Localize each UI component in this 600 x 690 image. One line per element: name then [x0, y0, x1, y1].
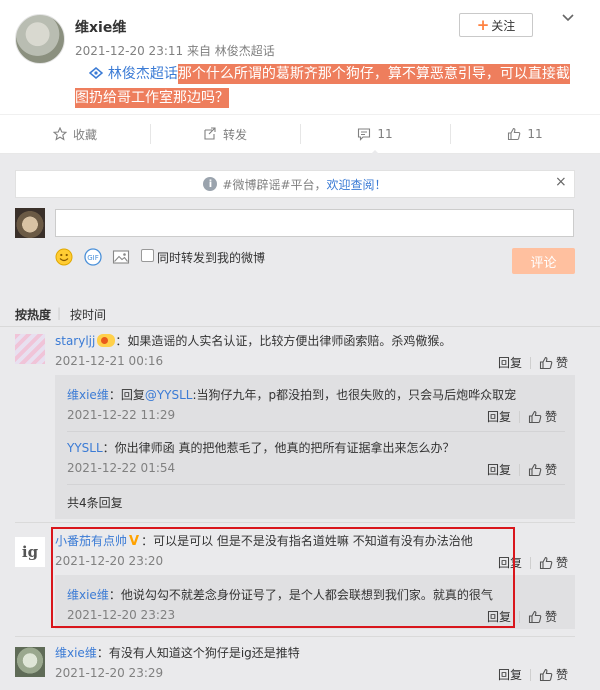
repost-checkbox[interactable] [141, 249, 154, 262]
thumbs-up-icon[interactable] [539, 356, 553, 370]
reply-text: ：你出律师函 真的把他惹毛了，他真的把所有证据拿出来怎么办？ [102, 441, 455, 455]
close-icon[interactable]: × [555, 174, 567, 190]
star-icon [52, 127, 67, 141]
my-avatar [15, 208, 45, 238]
commenter-avatar[interactable] [15, 334, 45, 364]
post-author-name[interactable]: 维xie维 [75, 17, 126, 37]
post-author-avatar[interactable] [15, 14, 65, 64]
comment-actions: 回复 赞 [498, 354, 568, 371]
commenter-avatar[interactable] [15, 647, 45, 677]
comment-text: ：如果造谣的人实名认证，比较方便出律师函索赔。杀鸡儆猴。 [115, 334, 452, 348]
sort-by-hot[interactable]: 按热度 [15, 306, 51, 323]
like-count: 11 [527, 127, 543, 141]
gif-icon[interactable]: GIF [84, 248, 102, 266]
sort-by-time[interactable]: 按时间 [70, 306, 106, 323]
sort-separator: | [57, 306, 62, 320]
image-icon[interactable] [112, 248, 130, 266]
post-meta: 2021-12-20 23:11 来自 林俊杰超话 [75, 44, 275, 58]
divider [15, 636, 575, 637]
comment-item: 维xie维：有没有人知道这个狗仔是ig还是推特 [55, 644, 300, 661]
like-label[interactable]: 赞 [556, 666, 568, 683]
thumbs-up-icon[interactable] [539, 556, 553, 570]
info-icon: i [203, 177, 218, 191]
submit-comment-button[interactable]: 评论 [512, 248, 575, 274]
thumbs-up-icon [508, 127, 521, 141]
comment-time: 2021-12-20 23:29 [55, 666, 164, 680]
reply-actions: 回复 赞 [487, 461, 557, 478]
reply-item: 维xie维：回复@YYSLL:当狗仔九年，p都没拍到，也很失败的，只会马后炮哗众… [67, 386, 516, 403]
annotation-highlight-box [51, 527, 515, 628]
repost-icon [204, 127, 216, 140]
mention-link[interactable]: @YYSLL [145, 388, 193, 402]
favorite-label: 收藏 [72, 127, 97, 142]
reply-button[interactable]: 回复 [487, 461, 511, 478]
notice-link[interactable]: 欢迎查阅！ [327, 176, 387, 193]
reply-user[interactable]: 维xie维 [67, 388, 109, 402]
reply-button[interactable]: 回复 [498, 666, 522, 683]
comment-button[interactable]: 11 [300, 124, 450, 156]
divider [67, 431, 565, 432]
reply-button[interactable]: 回复 [498, 354, 522, 371]
comment-icon [358, 128, 371, 141]
like-label[interactable]: 赞 [556, 354, 568, 371]
repost-button[interactable]: 转发 [150, 124, 300, 144]
like-label[interactable]: 赞 [545, 608, 557, 625]
like-button[interactable]: 11 [450, 124, 600, 144]
reply-actions: 回复 赞 [487, 408, 557, 425]
comment-item: staryljj ：如果造谣的人实名认证，比较方便出律师函索赔。杀鸡儆猴。 [55, 332, 451, 349]
supertopic-link[interactable]: 林俊杰超话 [108, 66, 178, 82]
comment-count: 11 [377, 127, 393, 141]
post-body: 林俊杰超话那个什么所谓的葛斯齐那个狗仔，算不算恶意引导，可以直接截图扔给哥工作室… [75, 62, 570, 110]
like-label[interactable]: 赞 [545, 461, 557, 478]
fan-level-badge-icon [97, 334, 116, 347]
comment-time: 2021-12-21 00:16 [55, 354, 164, 368]
follow-button[interactable]: + 关注 [459, 13, 533, 37]
thumbs-up-icon[interactable] [539, 668, 553, 682]
like-label[interactable]: 赞 [556, 554, 568, 571]
follow-label: 关注 [491, 18, 516, 33]
reply-user[interactable]: YYSLL [67, 441, 103, 455]
comment-user[interactable]: 维xie维 [55, 646, 97, 660]
more-replies-link[interactable]: 共4条回复 [67, 494, 123, 511]
like-label[interactable]: 赞 [545, 408, 557, 425]
chevron-down-icon[interactable] [560, 10, 576, 26]
reply-time: 2021-12-22 11:29 [67, 408, 176, 422]
reply-time: 2021-12-22 01:54 [67, 461, 176, 475]
comment-text: ：有没有人知道这个狗仔是ig还是推特 [96, 646, 300, 660]
divider [0, 326, 600, 327]
commenter-avatar[interactable]: ig [15, 537, 45, 567]
reply-prefix: ：回复 [108, 388, 145, 402]
comment-actions: 回复 赞 [498, 666, 568, 683]
divider [15, 522, 575, 523]
supertopic-icon [89, 67, 104, 79]
notice-text: #微博辟谣#平台， [222, 177, 327, 192]
divider [67, 484, 565, 485]
emoji-icon[interactable] [55, 248, 73, 266]
svg-text:GIF: GIF [87, 254, 99, 262]
favorite-button[interactable]: 收藏 [0, 124, 150, 144]
repost-checkbox-label: 同时转发到我的微博 [157, 251, 266, 265]
repost-label: 转发 [222, 127, 247, 142]
comment-input[interactable] [55, 209, 574, 237]
reply-text: :当狗仔九年，p都没拍到，也很失败的，只会马后炮哗众取宠 [192, 388, 517, 402]
thumbs-up-icon[interactable] [528, 610, 542, 624]
plus-icon: + [476, 16, 490, 34]
thumbs-up-icon[interactable] [528, 410, 542, 424]
rumor-notice: i #微博辟谣#平台， 欢迎查阅！ [15, 170, 575, 198]
comment-user[interactable]: staryljj [55, 334, 95, 348]
reply-button[interactable]: 回复 [487, 408, 511, 425]
post-action-bar: 收藏 转发 11 11 [0, 114, 600, 156]
reply-item: YYSLL：你出律师函 真的把他惹毛了，他真的把所有证据拿出来怎么办？ [67, 439, 454, 456]
thumbs-up-icon[interactable] [528, 463, 542, 477]
